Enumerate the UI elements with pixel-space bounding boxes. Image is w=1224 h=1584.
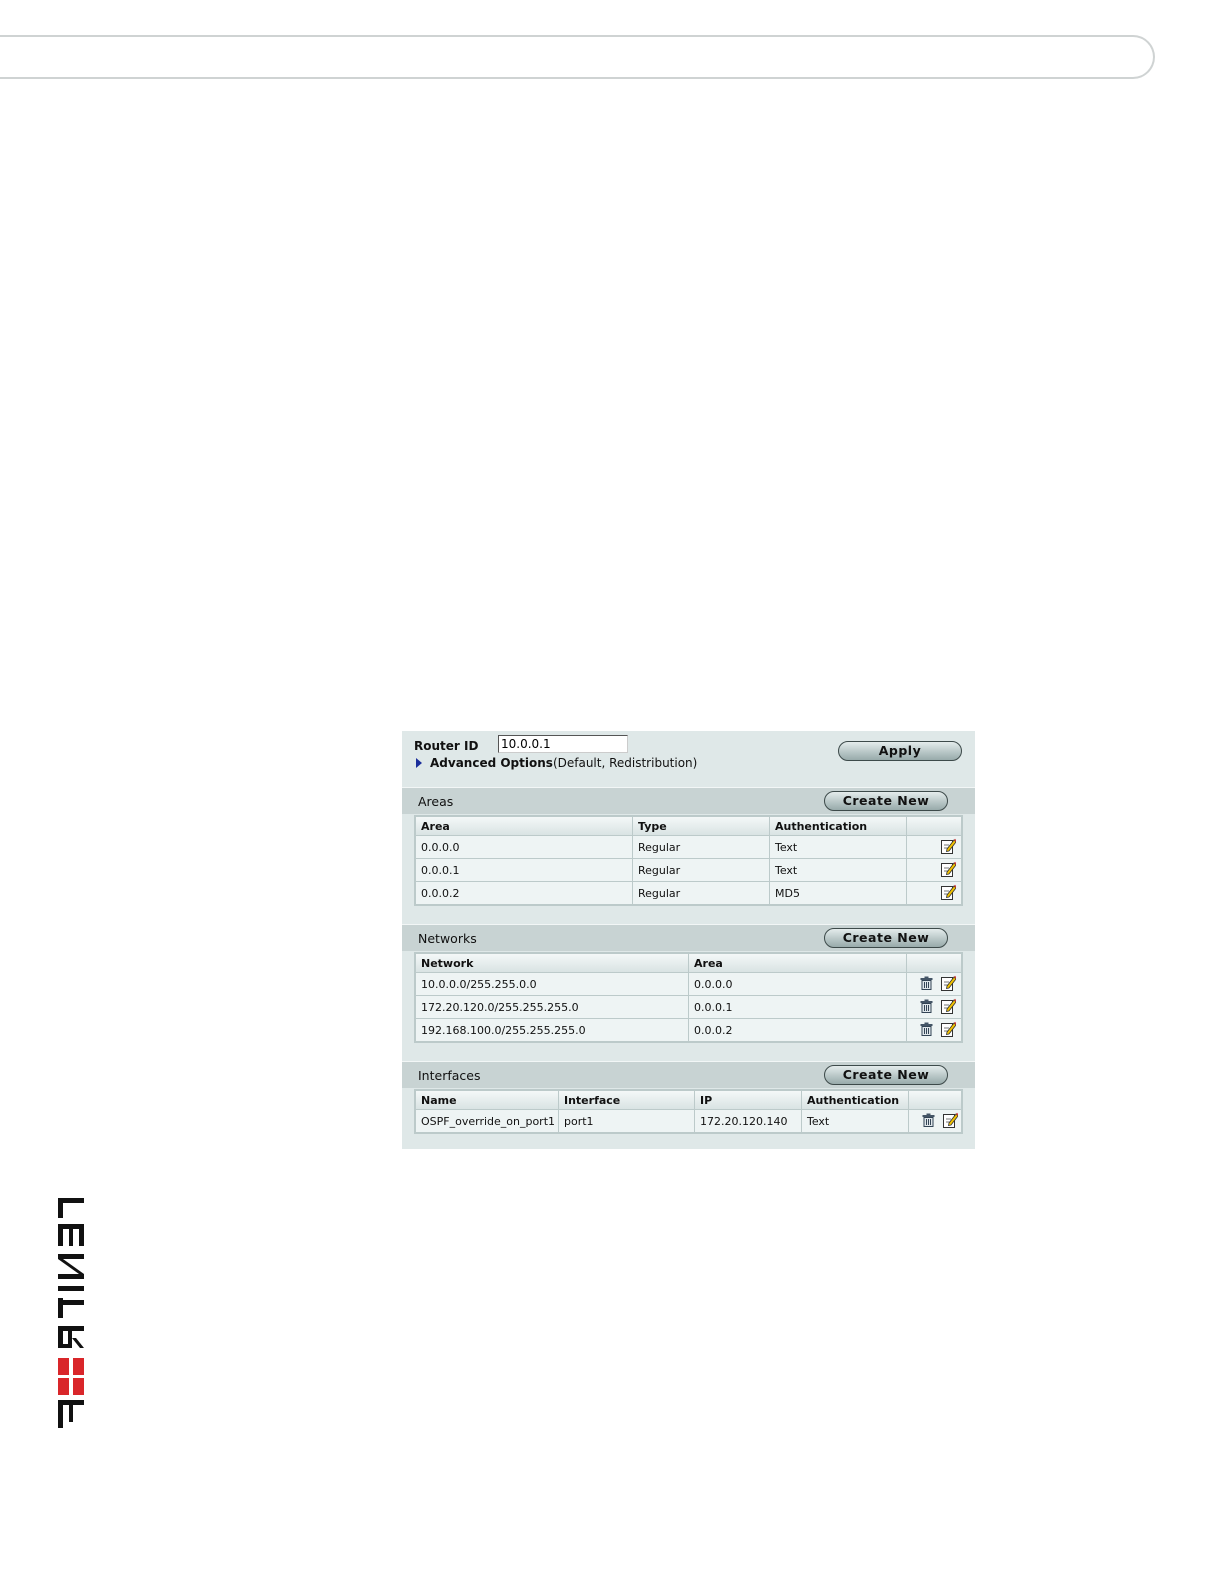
area-cell: 0.0.0.1 [689, 996, 907, 1019]
table-row: 10.0.0.0/255.255.0.0 0.0.0.0 [416, 973, 961, 996]
advanced-options-suffix: (Default, Redistribution) [552, 756, 698, 770]
table-row: 0.0.0.2 Regular MD5 [416, 882, 961, 904]
edit-icon[interactable] [941, 838, 957, 857]
networks-col-area[interactable]: Area [689, 954, 907, 973]
ip-cell: 172.20.120.140 [695, 1110, 802, 1132]
areas-create-new-button[interactable]: Create New [824, 791, 948, 811]
actions-cell [909, 1110, 961, 1132]
interfaces-col-authentication[interactable]: Authentication [802, 1091, 909, 1110]
interfaces-section-header: Interfaces Create New [402, 1061, 975, 1088]
networks-section-header: Networks Create New [402, 924, 975, 951]
network-cell: 192.168.100.0/255.255.255.0 [416, 1019, 689, 1041]
area-cell: 0.0.0.0 [689, 973, 907, 996]
edit-icon[interactable] [941, 1021, 957, 1040]
actions-cell [907, 882, 961, 904]
edit-icon[interactable] [941, 861, 957, 880]
interfaces-col-actions [909, 1091, 961, 1110]
apply-button[interactable]: Apply [838, 741, 962, 761]
interfaces-col-interface[interactable]: Interface [559, 1091, 695, 1110]
interfaces-col-name[interactable]: Name [416, 1091, 559, 1110]
expand-triangle-icon[interactable] [416, 758, 422, 768]
authentication-cell: MD5 [770, 882, 907, 904]
networks-create-new-button[interactable]: Create New [824, 928, 948, 948]
name-cell: OSPF_override_on_port1 [416, 1110, 559, 1132]
trash-icon[interactable] [920, 999, 933, 1016]
type-cell: Regular [633, 882, 770, 904]
trash-icon[interactable] [920, 976, 933, 993]
edit-icon[interactable] [943, 1112, 959, 1131]
areas-col-authentication[interactable]: Authentication [770, 817, 907, 836]
page-header-bar [0, 35, 1155, 79]
networks-title: Networks [418, 931, 477, 946]
areas-col-area[interactable]: Area [416, 817, 633, 836]
fortinet-logo [58, 1198, 84, 1428]
router-settings: Router ID Advanced Options(Default, Redi… [402, 731, 975, 787]
table-row: 0.0.0.1 Regular Text [416, 859, 961, 882]
interfaces-create-new-button[interactable]: Create New [824, 1065, 948, 1085]
trash-icon[interactable] [922, 1113, 935, 1130]
interfaces-title: Interfaces [418, 1068, 481, 1083]
network-cell: 172.20.120.0/255.255.255.0 [416, 996, 689, 1019]
interface-cell: port1 [559, 1110, 695, 1132]
router-id-input[interactable] [498, 735, 628, 753]
edit-icon[interactable] [941, 998, 957, 1017]
table-row: 192.168.100.0/255.255.255.0 0.0.0.2 [416, 1019, 961, 1041]
network-cell: 10.0.0.0/255.255.0.0 [416, 973, 689, 996]
actions-cell [907, 973, 961, 996]
actions-cell [907, 836, 961, 859]
area-cell: 0.0.0.0 [416, 836, 633, 859]
areas-col-actions [907, 817, 961, 836]
networks-col-network[interactable]: Network [416, 954, 689, 973]
authentication-cell: Text [802, 1110, 909, 1132]
actions-cell [907, 996, 961, 1019]
area-cell: 0.0.0.2 [689, 1019, 907, 1041]
trash-icon[interactable] [920, 1022, 933, 1039]
interfaces-col-ip[interactable]: IP [695, 1091, 802, 1110]
advanced-options-toggle[interactable]: Advanced Options(Default, Redistribution… [416, 756, 697, 770]
edit-icon[interactable] [941, 884, 957, 903]
networks-col-actions [907, 954, 961, 973]
areas-title: Areas [418, 794, 454, 809]
authentication-cell: Text [770, 859, 907, 882]
area-cell: 0.0.0.1 [416, 859, 633, 882]
ospf-settings-panel: Router ID Advanced Options(Default, Redi… [402, 731, 975, 1149]
type-cell: Regular [633, 836, 770, 859]
actions-cell [907, 859, 961, 882]
advanced-options-label: Advanced Options [430, 756, 553, 770]
table-row: OSPF_override_on_port1 port1 172.20.120.… [416, 1110, 961, 1132]
areas-section-header: Areas Create New [402, 787, 975, 814]
table-row: 0.0.0.0 Regular Text [416, 836, 961, 859]
type-cell: Regular [633, 859, 770, 882]
areas-col-type[interactable]: Type [633, 817, 770, 836]
edit-icon[interactable] [941, 975, 957, 994]
interfaces-table: Name Interface IP Authentication OSPF_ov… [414, 1089, 963, 1134]
areas-table: Area Type Authentication 0.0.0.0 Regular… [414, 815, 963, 906]
table-row: 172.20.120.0/255.255.255.0 0.0.0.1 [416, 996, 961, 1019]
area-cell: 0.0.0.2 [416, 882, 633, 904]
networks-table: Network Area 10.0.0.0/255.255.0.0 0.0.0.… [414, 952, 963, 1043]
actions-cell [907, 1019, 961, 1041]
router-id-label: Router ID [414, 739, 479, 753]
authentication-cell: Text [770, 836, 907, 859]
